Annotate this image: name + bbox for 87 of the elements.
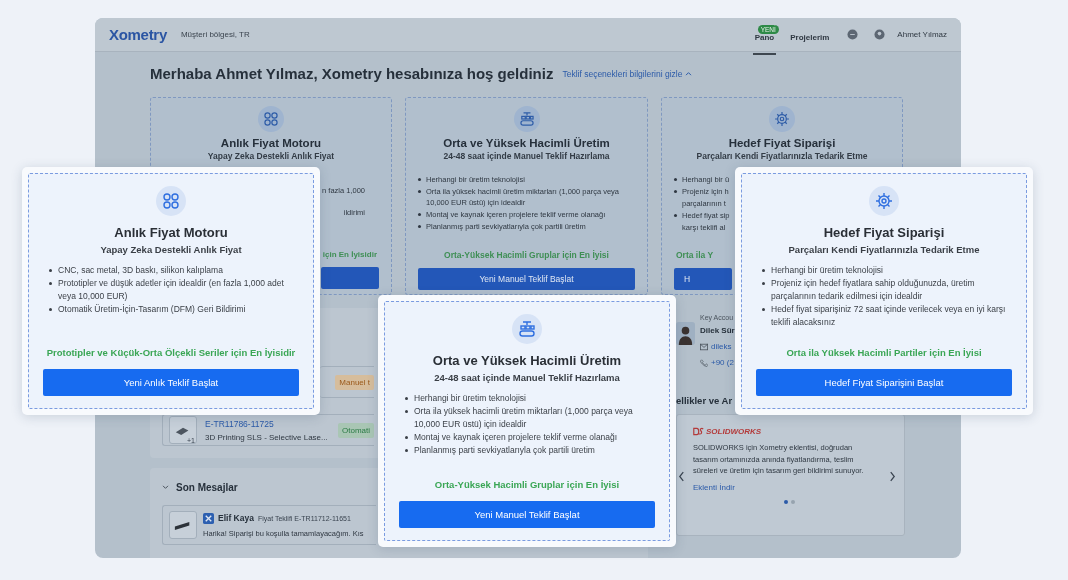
email-link[interactable]: dileks: [711, 342, 732, 351]
bullet-icon: [762, 269, 765, 272]
bullet-icon: [405, 397, 408, 400]
region-label: Müşteri bölgesi, TR: [180, 30, 250, 39]
feature-item: Hedef fiyat siparişiniz 72 saat içinde verilecek veya en iyi karşı teklifi alacaksınız: [771, 303, 1007, 329]
caret-icon: [685, 71, 693, 76]
mail-icon: [700, 342, 708, 351]
card-title: Hedef Fiyat Siparişi: [823, 225, 945, 240]
status-badge: Manuel t: [335, 374, 374, 390]
stacked-boxes-icon: [513, 106, 540, 132]
stacked-boxes-icon: [512, 314, 542, 344]
card-title: Anlık Fiyat Motoru: [114, 225, 228, 240]
bullet-icon: [418, 178, 421, 181]
gear-icon: [769, 106, 795, 132]
bullet-icon: [674, 178, 677, 181]
carousel-dot[interactable]: [791, 499, 795, 504]
user-name[interactable]: Ahmet Yılmaz: [897, 30, 947, 39]
start-button[interactable]: Hedef Fiyat Siparişini Başlat: [756, 369, 1012, 396]
carousel-dot[interactable]: [784, 499, 788, 504]
section-title: Son Mesajlar: [176, 482, 238, 493]
best-for-text: Orta-Yüksek Hacimli Gruplar için En İyisi: [434, 479, 620, 490]
welcome-heading: Merhaba Ahmet Yılmaz, Xometry hesabınıza hoş geldiniz: [150, 65, 554, 82]
brand-name: SOLIDWORKS: [706, 427, 762, 436]
bullet-icon: [418, 190, 421, 193]
phone-link[interactable]: +90 (2: [711, 358, 734, 367]
bullet-icon: [762, 282, 765, 285]
chat-icon[interactable]: [847, 29, 859, 40]
feature-item: Prototipler ve düşük adetler için idealdir (en fazla 1,000 adet veya 10,000 EUR): [58, 277, 285, 303]
bullet-icon: [762, 308, 765, 311]
card-title: Orta ve Yüksek Hacimli Üretim: [443, 137, 610, 149]
bullet-icon: [405, 410, 408, 413]
person-avatar: [676, 322, 695, 345]
download-link[interactable]: Eklenti İndir: [693, 482, 876, 492]
bullet-icon: [49, 282, 52, 285]
four-circles-icon: [156, 186, 186, 216]
bullet-icon: [674, 190, 677, 193]
card-subtitle: Yapay Zeka Destekli Anlık Fiyat: [100, 244, 242, 255]
toggle-link[interactable]: Teklif seçenekleri bilgilerini gizle: [562, 68, 693, 79]
nav-tab[interactable]: Projelerim: [788, 21, 832, 55]
start-button[interactable]: Yeni Manuel Teklif Başlat: [399, 501, 655, 528]
best-for-text: Prototipler ve Küçük-Orta Ölçekli Seriler için En İyisidir: [46, 347, 296, 358]
card-title: Orta ve Yüksek Hacimli Üretim: [432, 353, 622, 368]
feature-item: Projeniz için hedef fiyatlara sahip olduğunuzda, üretim parçalarının tedarik edilmesi için idealdir: [771, 277, 976, 303]
card-subtitle: 24-48 saat içinde Manuel Teklif Hazırlama: [434, 372, 620, 383]
phone-icon: [700, 358, 708, 367]
feature-item: CNC, sac metal, 3D baskı, silikon kalıplama: [58, 264, 223, 277]
feature-item: Planlanmış parti sevkiyatlarıyla çok partili üretim: [414, 444, 595, 457]
card-subtitle: 24-48 saat içinde Manuel Teklif Hazırlama: [443, 151, 610, 161]
start-button[interactable]: [321, 267, 379, 289]
card-subtitle: Parçaları Kendi Fiyatlarınızla Tedarik Etme: [696, 151, 868, 161]
best-for-text: için En İyisidir: [322, 250, 378, 259]
card-title: Hedef Fiyat Siparişi: [728, 137, 836, 149]
section-title: ellikler ve Ar: [676, 395, 734, 406]
manager-name: Dilek Sür: [700, 326, 735, 335]
best-for-text: Orta-Yüksek Hacimli Gruplar için En İyisi: [444, 250, 609, 260]
bullet-icon: [49, 308, 52, 311]
feature-item: Orta ila yüksek hacimli üretim miktarları (1,000 parça veya 10,000 EUR üstü) için idealdir: [414, 405, 634, 431]
card-subtitle: Parçaları Kendi Fiyatlarınızla Tedarik Etme: [788, 244, 980, 255]
chevron-icon[interactable]: [162, 485, 169, 490]
project-id[interactable]: E-TR11786-11725: [205, 418, 328, 429]
gear-icon: [869, 186, 899, 216]
project-row[interactable]: Manuel t: [320, 366, 374, 398]
feature-item: Montaj ve kaynak içeren projelere teklif verme olanağı: [414, 431, 618, 444]
feature-item: Herhangi bir üretim teknolojisi: [771, 264, 883, 277]
best-for-text: Orta ila Yüksek Hacimli Partiler için En İyisi: [786, 347, 982, 358]
card-subtitle: Yapay Zeka Destekli Anlık Fiyat: [207, 151, 335, 161]
bullet-icon: [418, 213, 421, 216]
start-button[interactable]: Yeni Manuel Teklif Başlat: [418, 268, 635, 290]
start-button[interactable]: Yeni Anlık Teklif Başlat: [43, 369, 299, 396]
logo[interactable]: Xometry: [109, 26, 167, 43]
bullet-icon: [405, 449, 408, 452]
start-button[interactable]: H: [674, 268, 732, 290]
bullet-icon: [49, 269, 52, 272]
four-circles-icon: [258, 106, 284, 132]
logo-mark-icon: [693, 427, 704, 436]
bullet-icon: [418, 225, 421, 228]
best-for-text: Orta ila Y: [675, 250, 714, 260]
avatar-icon: [203, 512, 214, 524]
feature-item: Herhangi bir üretim teknolojisi: [414, 392, 526, 405]
sender-name: Elif Kaya: [218, 513, 254, 523]
status-badge: Otomati: [338, 422, 374, 438]
bullet-icon: [405, 436, 408, 439]
project-description: 3D Printing SLS - Selective Lase...: [205, 432, 328, 442]
user-icon: [874, 29, 886, 40]
bullet-icon: [674, 214, 677, 217]
feature-item: Otomatik Üretim-İçin-Tasarım (DFM) Geri Bildirimi: [58, 303, 246, 316]
card-title: Anlık Fiyat Motoru: [220, 137, 322, 149]
